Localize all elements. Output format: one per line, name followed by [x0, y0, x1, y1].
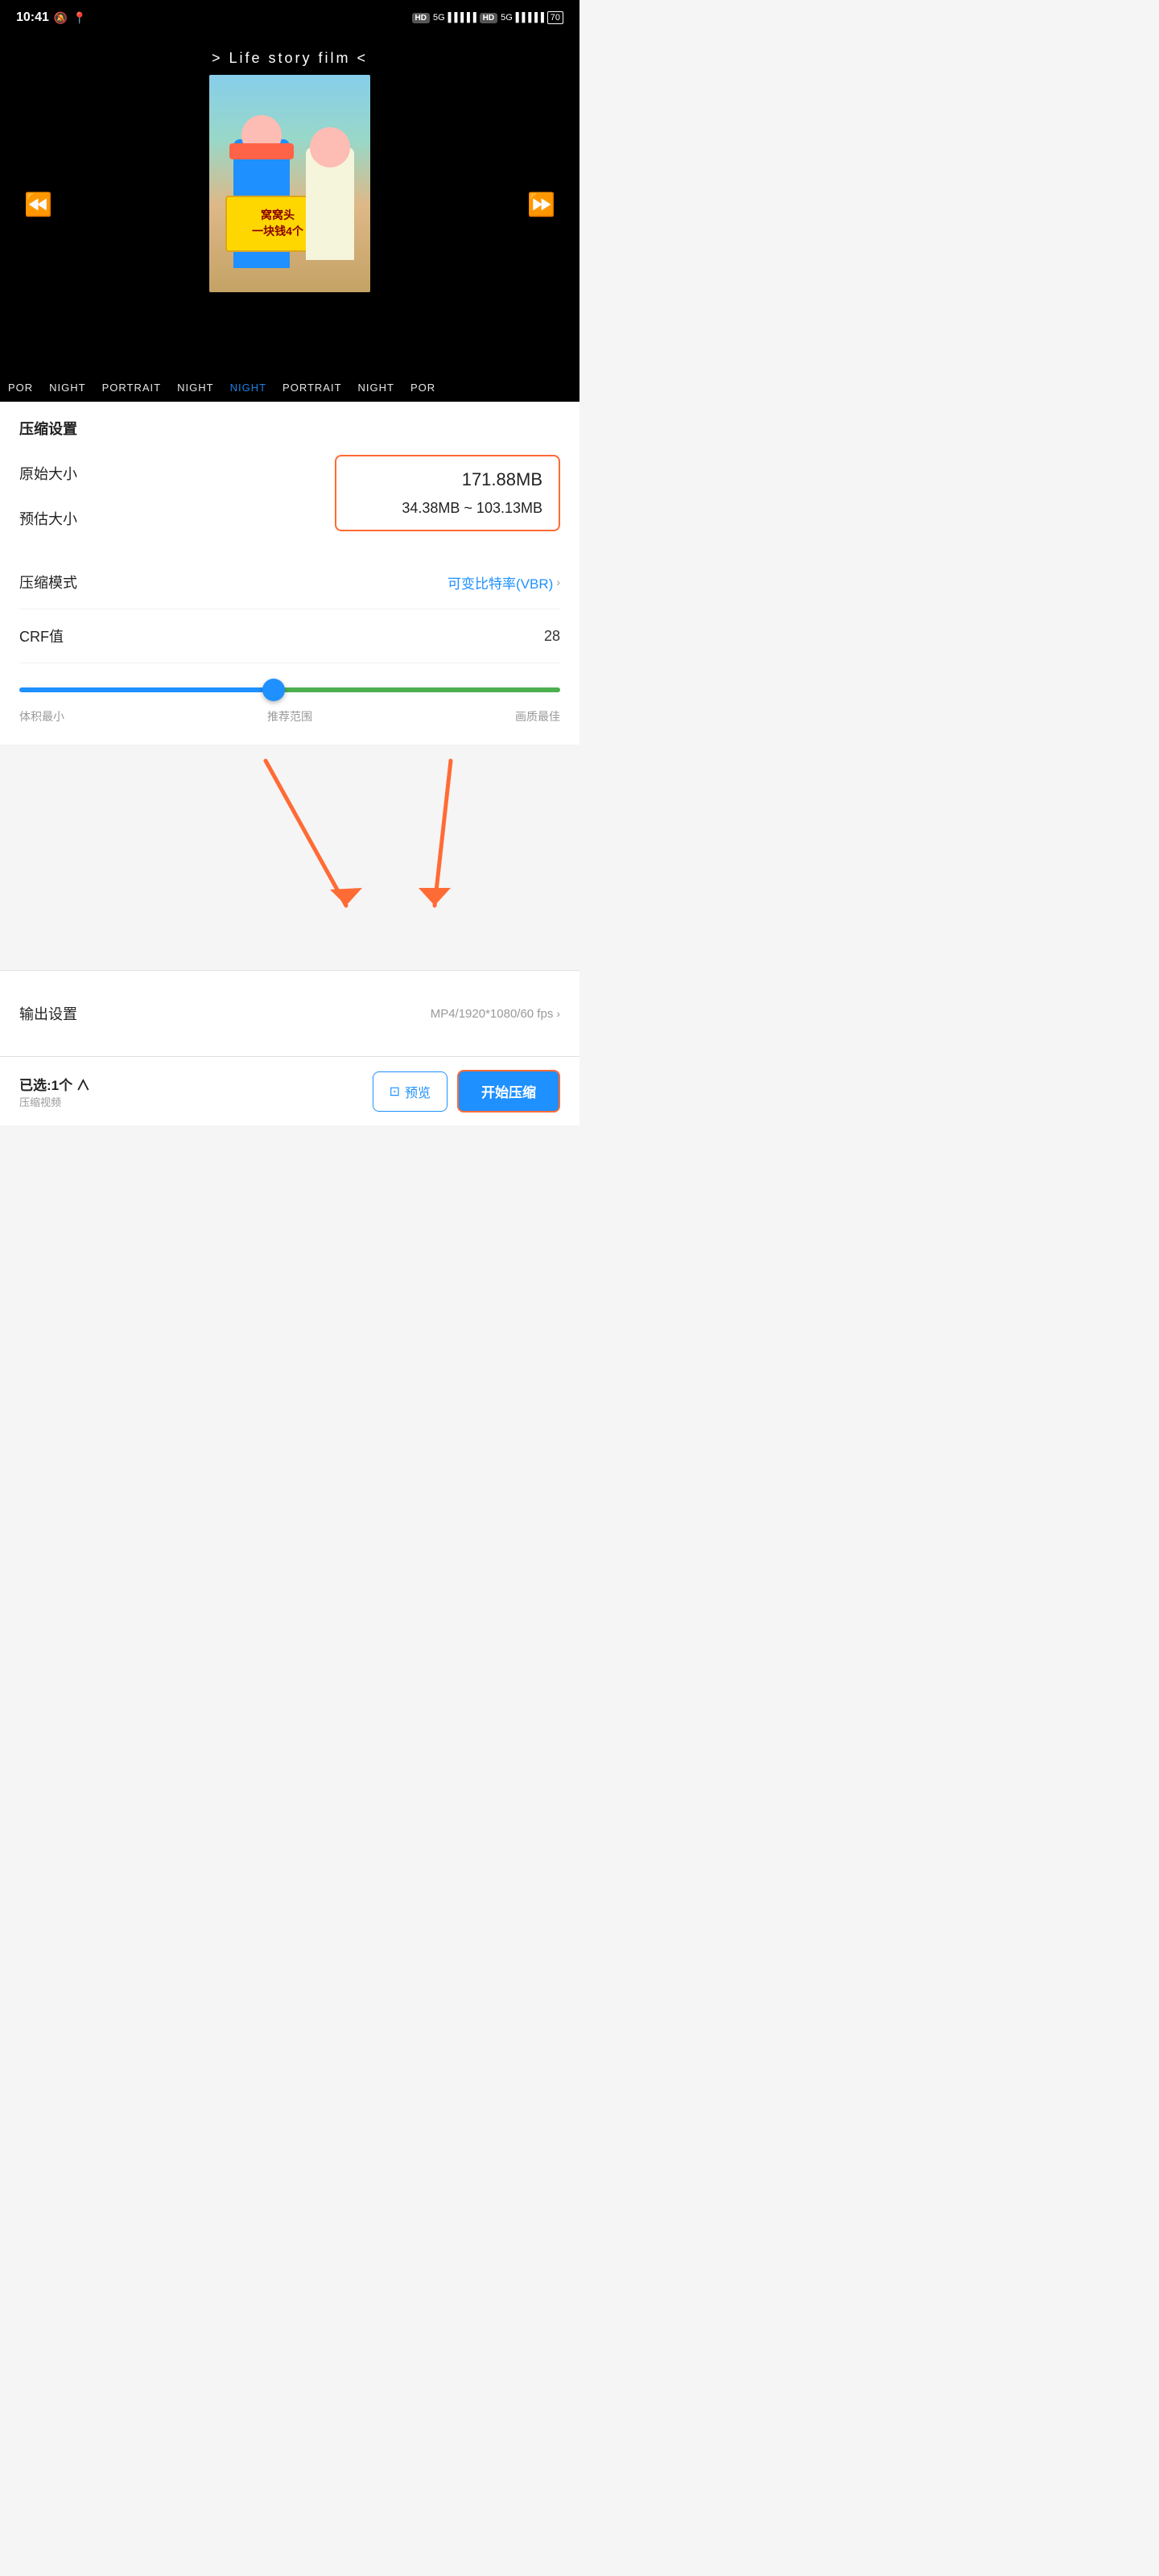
- crf-value: 28: [544, 628, 560, 645]
- crf-row: CRF值 28: [19, 609, 560, 663]
- filter-item-2[interactable]: PORTRAIT: [102, 382, 162, 394]
- battery-display: 70: [547, 11, 563, 24]
- filter-item-3[interactable]: NIGHT: [177, 382, 213, 394]
- sign-text: 窝窝头 一块钱4个: [252, 208, 303, 239]
- video-thumbnail: 窝窝头 一块钱4个: [209, 75, 370, 292]
- slider-track[interactable]: [19, 687, 560, 692]
- slider-label-mid: 推荐范围: [267, 708, 312, 724]
- filter-item-0[interactable]: POR: [8, 382, 33, 394]
- filter-strip: POR NIGHT PORTRAIT NIGHT NIGHT PORTRAIT …: [0, 374, 580, 402]
- section-title: 压缩设置: [19, 418, 560, 439]
- hd-badge-1: HD: [412, 13, 430, 23]
- slider-fill-green: [274, 687, 560, 692]
- bottom-left: 已选:1个 ∧ 压缩视频: [19, 1074, 90, 1109]
- selected-count[interactable]: 已选:1个 ∧: [19, 1074, 90, 1094]
- original-size-label: 原始大小: [19, 463, 77, 484]
- status-icons: HD 5G▐▐▐▐▐ HD 5G▐▐▐▐▐ 70: [412, 11, 563, 24]
- slider-labels: 体积最小 推荐范围 画质最佳: [19, 708, 560, 724]
- chevron-right-icon: ›: [556, 576, 560, 588]
- slider-thumb[interactable]: [262, 679, 285, 701]
- filter-item-6[interactable]: NIGHT: [358, 382, 394, 394]
- start-compress-button[interactable]: 开始压缩: [457, 1070, 560, 1113]
- signal-5g-2: 5G▐▐▐▐▐: [501, 13, 544, 23]
- output-settings: 输出设置 MP4/1920*1080/60 fps ›: [0, 970, 580, 1056]
- compression-mode-label: 压缩模式: [19, 572, 77, 592]
- preview-icon: ⊡: [390, 1084, 400, 1100]
- selected-sub: 压缩视频: [19, 1094, 90, 1109]
- output-settings-row[interactable]: 输出设置 MP4/1920*1080/60 fps ›: [19, 987, 560, 1040]
- video-title: > Life story film <: [212, 50, 368, 67]
- annotation-svg: [0, 745, 580, 970]
- filter-item-4[interactable]: NIGHT: [230, 382, 266, 394]
- video-player: > Life story film < 窝窝头 一块钱4个 ⏪ ⏩: [0, 35, 580, 374]
- bottom-actions: ⊡ 预览 开始压缩: [373, 1070, 560, 1113]
- preview-button[interactable]: ⊡ 预览: [373, 1071, 448, 1112]
- filter-item-5[interactable]: PORTRAIT: [283, 382, 342, 394]
- settings-area: 压缩设置 原始大小 预估大小 171.88MB 34.38MB ~ 103.13…: [0, 402, 580, 745]
- rewind-button[interactable]: ⏪: [24, 192, 52, 218]
- compression-mode-row[interactable]: 压缩模式 可变比特率(VBR) ›: [19, 555, 560, 609]
- output-settings-label: 输出设置: [19, 1003, 77, 1024]
- signal-5g-1: 5G▐▐▐▐▐: [433, 13, 476, 23]
- bottom-bar: 已选:1个 ∧ 压缩视频 ⊡ 预览 开始压缩: [0, 1056, 580, 1125]
- hd-badge-2: HD: [480, 13, 497, 23]
- original-size-value: 171.88MB: [353, 469, 542, 490]
- estimated-size-value: 34.38MB ~ 103.13MB: [353, 500, 542, 517]
- filter-item-7[interactable]: POR: [410, 382, 435, 394]
- crf-label: CRF值: [19, 625, 64, 646]
- status-bar: 10:41 🔕 📍 HD 5G▐▐▐▐▐ HD 5G▐▐▐▐▐ 70: [0, 0, 580, 35]
- notification-icon: 🔕: [54, 11, 68, 25]
- crf-slider-container[interactable]: 体积最小 推荐范围 画质最佳: [19, 663, 560, 729]
- forward-button[interactable]: ⏩: [527, 192, 555, 218]
- preview-label: 预览: [405, 1082, 431, 1101]
- compression-mode-value[interactable]: 可变比特率(VBR) ›: [448, 572, 560, 592]
- slider-fill-blue: [19, 687, 274, 692]
- slider-label-min: 体积最小: [19, 708, 64, 724]
- slider-label-max: 画质最佳: [515, 708, 560, 724]
- output-chevron-icon: ›: [556, 1007, 560, 1020]
- location-icon: 📍: [72, 11, 86, 25]
- status-time-area: 10:41 🔕 📍: [16, 10, 87, 25]
- annotation-area: [0, 745, 580, 970]
- output-settings-value[interactable]: MP4/1920*1080/60 fps ›: [431, 1007, 560, 1021]
- filter-item-1[interactable]: NIGHT: [49, 382, 85, 394]
- estimated-size-label: 预估大小: [19, 508, 77, 529]
- time-display: 10:41: [16, 10, 49, 25]
- size-info-box: 171.88MB 34.38MB ~ 103.13MB: [335, 455, 560, 531]
- scene-person-2: [306, 147, 354, 260]
